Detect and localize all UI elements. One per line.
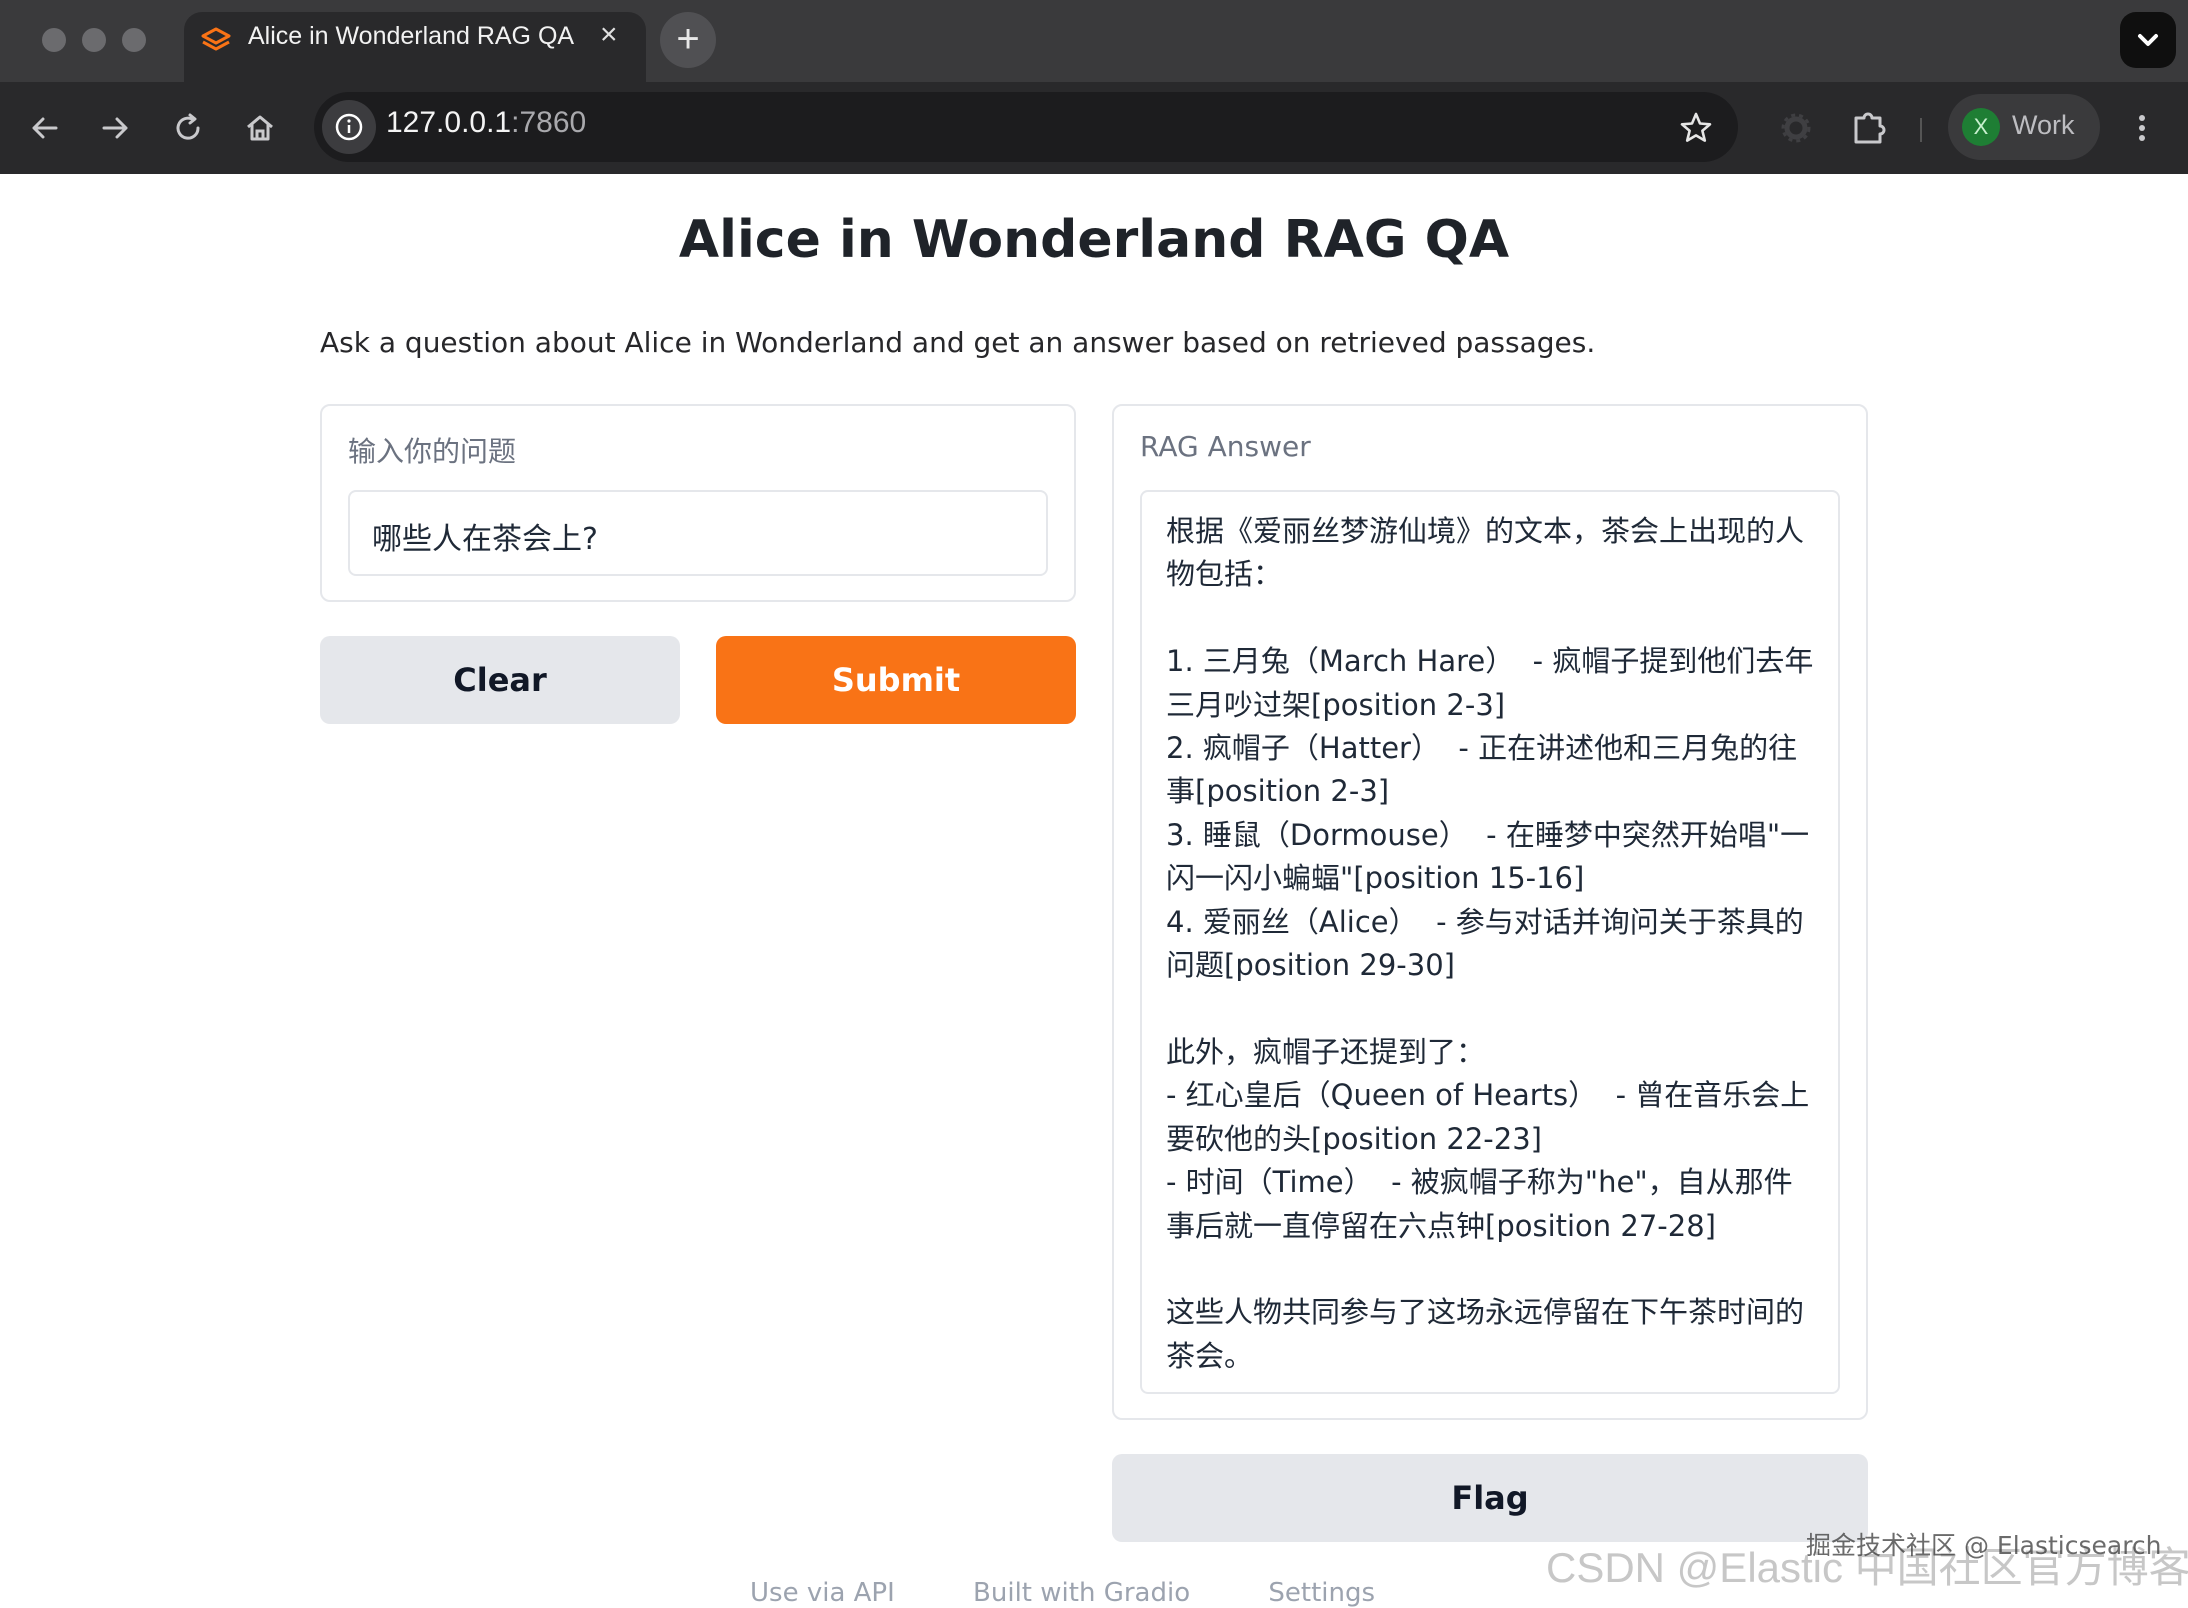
toolbar-divider [1920, 118, 1922, 142]
question-input[interactable]: 哪些人在茶会上? [348, 490, 1048, 576]
window-close-control[interactable] [42, 28, 66, 52]
info-icon [335, 113, 363, 141]
tab-title: Alice in Wonderland RAG QA [248, 22, 575, 50]
profile-avatar: X [1962, 108, 2000, 146]
answer-output[interactable]: 根据《爱丽丝梦游仙境》的文本，茶会上出现的人物包括： 1. 三月兔（March … [1140, 490, 1840, 1394]
window-minimize-control[interactable] [82, 28, 106, 52]
extension-gear-icon[interactable] [1774, 106, 1818, 150]
reload-icon[interactable] [166, 106, 210, 150]
tab-close-icon[interactable]: × [600, 18, 618, 52]
bookmark-star-icon[interactable] [1674, 106, 1718, 150]
built-with-gradio-link[interactable]: Built with Gradio [973, 1578, 1190, 1608]
tab-search-button[interactable] [2120, 12, 2176, 68]
url-port: :7860 [511, 106, 587, 139]
site-info-button[interactable] [322, 100, 376, 154]
back-arrow-icon[interactable] [22, 106, 66, 150]
use-via-api-link[interactable]: Use via API [750, 1578, 895, 1608]
profile-name: Work [2012, 110, 2075, 140]
submit-button[interactable]: Submit [716, 636, 1076, 724]
question-label: 输入你的问题 [348, 435, 517, 468]
page-description: Ask a question about Alice in Wonderland… [320, 326, 1596, 359]
clear-button[interactable]: Clear [320, 636, 680, 724]
browser-menu-icon[interactable] [2130, 106, 2154, 150]
page-title: Alice in Wonderland RAG QA [678, 210, 1510, 270]
forward-arrow-icon[interactable] [94, 106, 138, 150]
chevron-down-icon [2138, 34, 2158, 46]
answer-label: RAG Answer [1140, 430, 1311, 463]
flag-button[interactable]: Flag [1112, 1454, 1868, 1542]
juejin-watermark: 掘金技术社区 @ Elasticsearch [1806, 1531, 2162, 1560]
settings-link[interactable]: Settings [1268, 1578, 1375, 1608]
window-zoom-control[interactable] [122, 28, 146, 52]
extensions-puzzle-icon[interactable] [1846, 104, 1892, 150]
gradio-logo-icon [201, 27, 231, 51]
url-host: 127.0.0.1 [386, 106, 512, 139]
url-text[interactable]: 127.0.0.1:7860 [386, 106, 586, 140]
home-icon[interactable] [238, 106, 282, 150]
page-footer: Use via API Built with Gradio Settings [750, 1578, 1445, 1608]
new-tab-button[interactable]: + [660, 12, 716, 68]
